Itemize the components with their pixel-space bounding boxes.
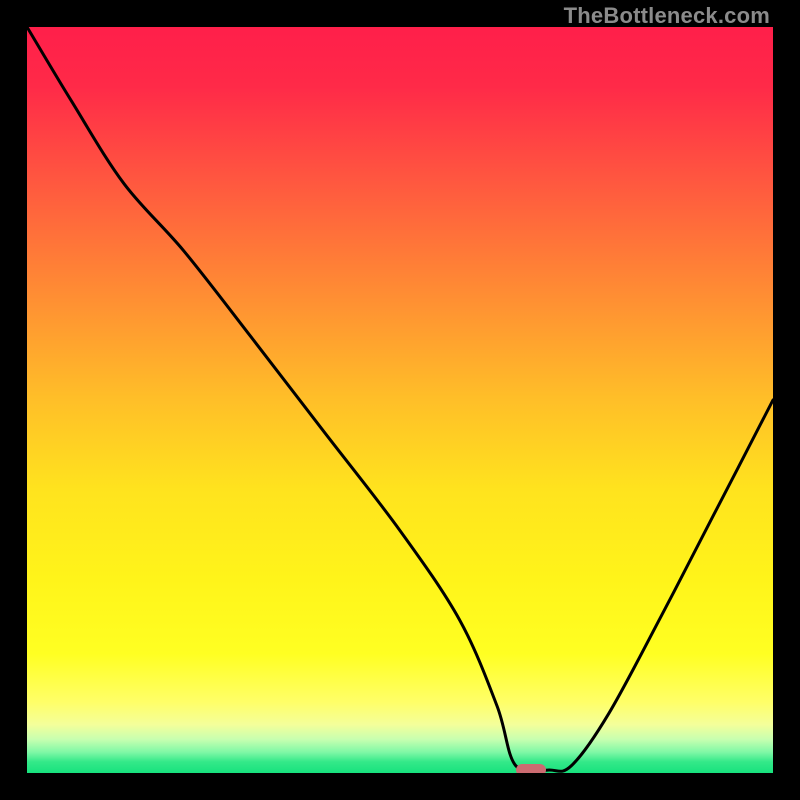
plot-area [27, 27, 773, 773]
watermark-text: TheBottleneck.com [564, 3, 770, 29]
chart-frame: TheBottleneck.com [0, 0, 800, 800]
bottleneck-curve [27, 27, 773, 773]
optimal-marker [516, 764, 546, 773]
